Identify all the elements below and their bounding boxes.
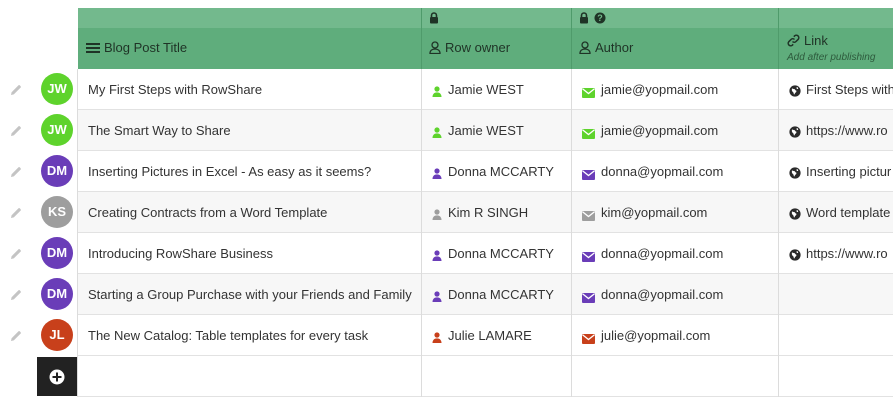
edit-row-pencil-icon[interactable] xyxy=(10,83,22,95)
mail-icon xyxy=(582,290,595,303)
mail-icon xyxy=(582,331,595,344)
user-outline-icon xyxy=(579,41,591,54)
column-divider xyxy=(571,69,572,397)
new-row-placeholder[interactable] xyxy=(77,357,893,397)
cell-link-clip: First Steps with xyxy=(806,82,893,99)
column-divider xyxy=(778,69,779,397)
cell-link[interactable]: First Steps with xyxy=(806,82,893,98)
mail-icon xyxy=(582,126,595,139)
cell-owner[interactable]: Donna MCCARTY xyxy=(448,287,554,303)
list-icon xyxy=(86,42,100,53)
user-icon xyxy=(432,207,444,220)
cell-title[interactable]: The New Catalog: Table templates for eve… xyxy=(88,328,368,344)
column-header-owner[interactable]: Row owner xyxy=(429,40,510,55)
column-header-author[interactable]: Author xyxy=(579,40,633,55)
cell-owner[interactable]: Kim R SINGH xyxy=(448,205,528,221)
user-icon xyxy=(432,166,444,179)
globe-icon xyxy=(789,84,801,97)
cell-title[interactable]: My First Steps with RowShare xyxy=(88,82,262,98)
plus-circle-icon xyxy=(49,369,65,384)
column-header-owner-label: Row owner xyxy=(445,40,511,55)
avatar[interactable]: DM xyxy=(41,278,73,310)
mail-icon xyxy=(582,208,595,221)
column-header-link-label: Link xyxy=(804,33,828,48)
edit-row-pencil-icon[interactable] xyxy=(10,206,22,218)
edit-row-pencil-icon[interactable] xyxy=(10,247,22,259)
cell-link[interactable]: https://www.ro xyxy=(806,123,888,139)
avatar[interactable]: JL xyxy=(41,319,73,351)
globe-icon xyxy=(789,207,801,220)
cell-link-clip: https://www.ro xyxy=(806,246,893,263)
cell-link-clip: Word template xyxy=(806,205,893,222)
globe-icon xyxy=(789,125,801,138)
edit-row-pencil-icon[interactable] xyxy=(10,288,22,300)
column-header-author-label: Author xyxy=(595,40,634,55)
user-icon xyxy=(432,248,444,261)
cell-title[interactable]: Introducing RowShare Business xyxy=(88,246,273,262)
cell-author[interactable]: donna@yopmail.com xyxy=(601,246,723,262)
globe-icon xyxy=(789,248,801,261)
header-divider xyxy=(778,8,779,69)
cell-link-clip: Inserting pictur xyxy=(806,164,893,181)
mail-icon xyxy=(582,167,595,180)
cell-link[interactable]: Word template xyxy=(806,205,890,221)
cell-title[interactable]: The Smart Way to Share xyxy=(88,123,231,139)
svg-text:?: ? xyxy=(597,13,603,23)
user-icon xyxy=(432,125,444,138)
cell-author[interactable]: jamie@yopmail.com xyxy=(601,82,718,98)
edit-row-pencil-icon[interactable] xyxy=(10,124,22,136)
edit-row-pencil-icon[interactable] xyxy=(10,165,22,177)
lock-icon xyxy=(580,12,588,24)
edit-row-pencil-icon[interactable] xyxy=(10,329,22,341)
cell-owner[interactable]: Donna MCCARTY xyxy=(448,246,554,262)
avatar[interactable]: JW xyxy=(41,73,73,105)
cell-link[interactable]: https://www.ro xyxy=(806,246,888,262)
cell-author[interactable]: donna@yopmail.com xyxy=(601,164,723,180)
user-outline-icon xyxy=(429,41,441,54)
cell-link-clip: https://www.ro xyxy=(806,123,893,140)
cell-author[interactable]: julie@yopmail.com xyxy=(601,328,710,344)
cell-link[interactable]: Inserting pictur xyxy=(806,164,891,180)
cell-title[interactable]: Starting a Group Purchase with your Frie… xyxy=(88,287,412,303)
globe-icon xyxy=(789,166,801,179)
cell-owner[interactable]: Jamie WEST xyxy=(448,123,524,139)
column-header-link[interactable]: Link xyxy=(787,33,828,48)
column-divider xyxy=(421,69,422,397)
mail-icon xyxy=(582,249,595,262)
column-header-title[interactable]: Blog Post Title xyxy=(86,40,187,55)
cell-title[interactable]: Creating Contracts from a Word Template xyxy=(88,205,327,221)
avatar[interactable]: DM xyxy=(41,237,73,269)
avatar[interactable]: KS xyxy=(41,196,73,228)
cell-title[interactable]: Inserting Pictures in Excel - As easy as… xyxy=(88,164,371,180)
link-icon xyxy=(787,34,800,47)
lock-icon xyxy=(430,12,438,24)
cell-author[interactable]: jamie@yopmail.com xyxy=(601,123,718,139)
header-divider xyxy=(571,8,572,69)
user-icon xyxy=(432,84,444,97)
column-header-link-sublabel: Add after publishing xyxy=(787,52,876,63)
avatar[interactable]: JW xyxy=(41,114,73,146)
cell-owner[interactable]: Julie LAMARE xyxy=(448,328,532,344)
cell-owner[interactable]: Donna MCCARTY xyxy=(448,164,554,180)
header-divider xyxy=(421,8,422,69)
user-icon xyxy=(432,289,444,302)
add-row-button[interactable] xyxy=(37,357,77,396)
cell-author[interactable]: kim@yopmail.com xyxy=(601,205,707,221)
help-icon[interactable]: ? xyxy=(594,12,606,24)
header-top-band xyxy=(78,8,893,28)
column-divider xyxy=(77,69,78,397)
avatar[interactable]: DM xyxy=(41,155,73,187)
mail-icon xyxy=(582,85,595,98)
column-header-title-label: Blog Post Title xyxy=(104,40,188,55)
cell-owner[interactable]: Jamie WEST xyxy=(448,82,524,98)
user-icon xyxy=(432,330,444,343)
cell-author[interactable]: donna@yopmail.com xyxy=(601,287,723,303)
